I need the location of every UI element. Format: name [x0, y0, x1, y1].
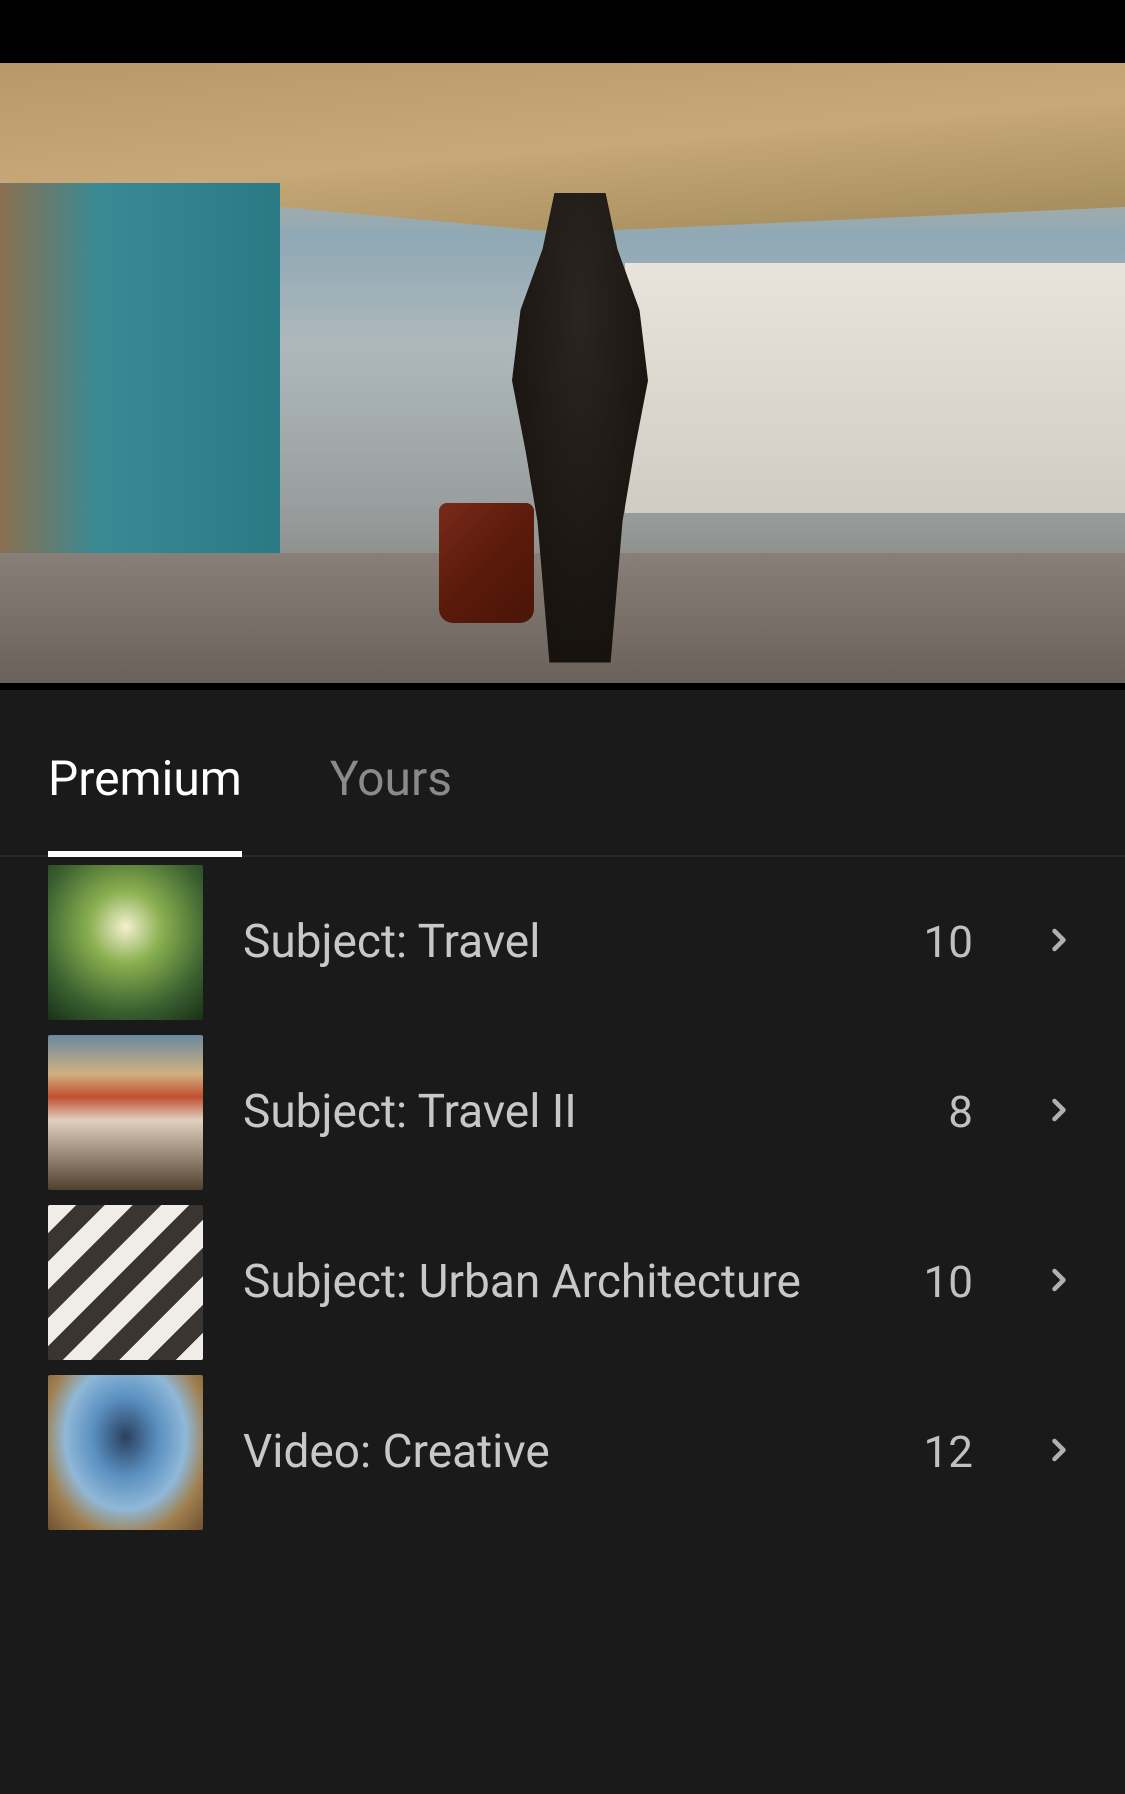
- tab-premium[interactable]: Premium: [48, 750, 242, 855]
- preset-label: Subject: Travel: [243, 915, 884, 969]
- preset-count: 10: [924, 1256, 973, 1308]
- preset-thumbnail: [48, 1035, 203, 1190]
- preset-label: Subject: Urban Architecture: [243, 1255, 884, 1309]
- chevron-right-icon: [1041, 922, 1077, 962]
- preset-tabs: Premium Yours: [0, 690, 1125, 857]
- preset-count: 12: [924, 1426, 973, 1478]
- preset-thumbnail: [48, 865, 203, 1020]
- preset-row-urban-architecture[interactable]: Subject: Urban Architecture 10: [0, 1197, 1125, 1367]
- chevron-right-icon: [1041, 1262, 1077, 1302]
- preset-count: 8: [948, 1086, 973, 1138]
- tab-yours[interactable]: Yours: [330, 750, 452, 855]
- preset-thumbnail: [48, 1205, 203, 1360]
- preview-photo[interactable]: [0, 63, 1125, 683]
- preset-row-video-creative[interactable]: Video: Creative 12: [0, 1367, 1125, 1537]
- preset-row-travel-ii[interactable]: Subject: Travel II 8: [0, 1027, 1125, 1197]
- preset-list: Subject: Travel 10 Subject: Travel II 8 …: [0, 857, 1125, 1537]
- chevron-right-icon: [1041, 1432, 1077, 1472]
- preset-thumbnail: [48, 1375, 203, 1530]
- preview-image-area: [0, 0, 1125, 690]
- chevron-right-icon: [1041, 1092, 1077, 1132]
- preset-label: Video: Creative: [243, 1425, 884, 1479]
- preset-row-travel[interactable]: Subject: Travel 10: [0, 857, 1125, 1027]
- preset-label: Subject: Travel II: [243, 1085, 908, 1139]
- preset-count: 10: [924, 916, 973, 968]
- presets-panel: Premium Yours Subject: Travel 10 Subject…: [0, 690, 1125, 1794]
